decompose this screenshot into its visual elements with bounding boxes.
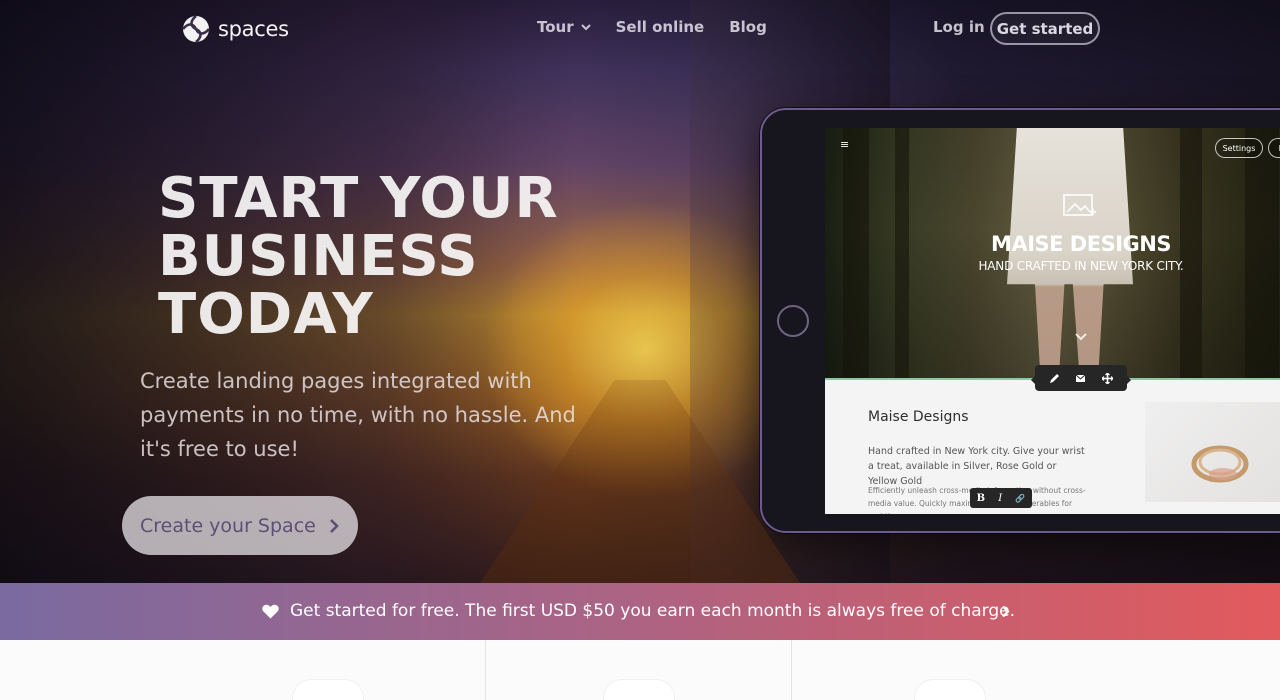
heart-icon bbox=[262, 604, 279, 619]
preview-product-image bbox=[1145, 402, 1280, 502]
nav-item-label: Sell online bbox=[615, 18, 705, 36]
nav-item-sell-online[interactable]: Sell online bbox=[616, 18, 705, 36]
feature-icon-badge bbox=[293, 680, 363, 700]
tablet-home-button bbox=[777, 305, 809, 337]
brand-logo[interactable]: spaces bbox=[182, 15, 289, 43]
preview-menu-icon[interactable]: ≡ bbox=[840, 138, 849, 151]
nav-item-label: Tour bbox=[537, 18, 574, 36]
chevron-right-icon bbox=[329, 518, 339, 533]
brand-name: spaces bbox=[218, 17, 289, 41]
nav-item-label: Blog bbox=[729, 18, 767, 36]
image-placeholder-icon[interactable] bbox=[1063, 192, 1097, 220]
hero-headline: START YOUR BUSINESS TODAY bbox=[158, 166, 559, 347]
pencil-icon[interactable] bbox=[1049, 373, 1060, 384]
hero-section: spaces Tour Sell online Blog Log in Get … bbox=[0, 0, 1280, 583]
login-link[interactable]: Log in bbox=[933, 18, 985, 36]
preview-settings-button[interactable]: Settings bbox=[1215, 138, 1263, 158]
chevron-right-icon bbox=[1002, 605, 1010, 618]
feature-icon-badge bbox=[604, 680, 674, 700]
preview-site-tagline: HAND CRAFTED IN NEW YORK CITY. bbox=[978, 259, 1184, 273]
preview-section-body: Hand crafted in New York city. Give your… bbox=[868, 446, 1085, 487]
envelope-icon[interactable] bbox=[1075, 373, 1086, 384]
chevron-down-icon[interactable] bbox=[1074, 332, 1088, 342]
feature-divider bbox=[791, 640, 792, 700]
move-icon[interactable] bbox=[1102, 372, 1114, 384]
nav-item-blog[interactable]: Blog bbox=[729, 18, 767, 36]
create-space-button[interactable]: Create your Space bbox=[122, 496, 358, 555]
promo-text: Get started for free. The first USD $50 … bbox=[290, 601, 1016, 621]
nav-item-tour[interactable]: Tour bbox=[537, 18, 591, 36]
hero-subline: Create landing pages integrated with pay… bbox=[140, 369, 576, 461]
preview-format-toolbar: B I 🔗 bbox=[970, 488, 1032, 508]
spaces-logo-icon bbox=[182, 15, 210, 43]
create-space-label: Create your Space bbox=[140, 514, 316, 537]
preview-section-title: Maise Designs bbox=[868, 409, 969, 425]
main-nav: Tour Sell online Blog bbox=[537, 18, 767, 36]
feature-divider bbox=[485, 640, 486, 700]
bold-button[interactable]: B bbox=[977, 493, 985, 504]
tablet-screen: ≡ Settings P MAISE DESIGNS HAND CRAFTED … bbox=[825, 128, 1280, 514]
promo-banner[interactable]: Get started for free. The first USD $50 … bbox=[0, 583, 1280, 640]
preview-edit-toolbar bbox=[1031, 365, 1131, 391]
feature-icon-badge bbox=[915, 680, 985, 700]
italic-button[interactable]: I bbox=[998, 493, 1002, 504]
chevron-down-icon bbox=[580, 24, 591, 31]
features-row bbox=[0, 640, 1280, 700]
tablet-preview: ≡ Settings P MAISE DESIGNS HAND CRAFTED … bbox=[760, 108, 1280, 533]
link-button[interactable]: 🔗 bbox=[1015, 494, 1025, 503]
preview-site-name: MAISE DESIGNS bbox=[991, 232, 1171, 256]
get-started-button[interactable]: Get started bbox=[990, 12, 1100, 45]
bracelet-image bbox=[1191, 445, 1249, 483]
